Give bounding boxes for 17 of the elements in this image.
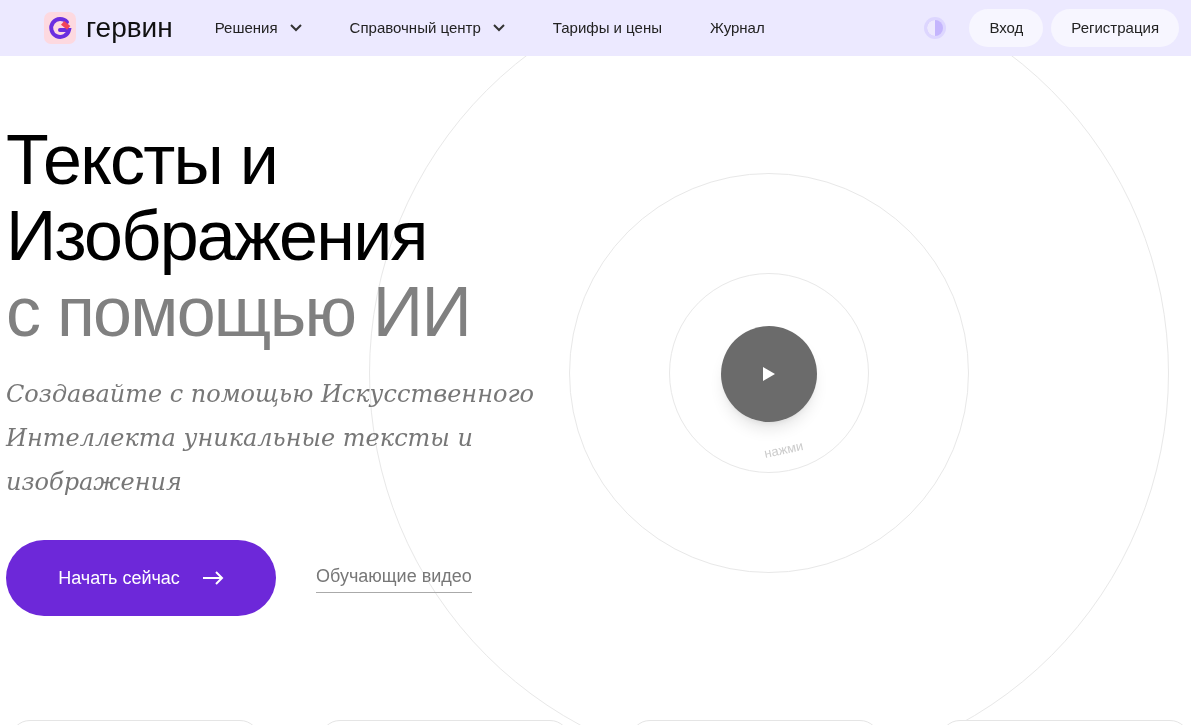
logo-text: гервин [86, 14, 173, 42]
nav-link[interactable]: Тарифы и цены [552, 16, 662, 40]
play-icon [762, 366, 776, 382]
tutorial-link[interactable]: Обучающие видео [316, 563, 472, 593]
start-button[interactable]: Начать сейчас [6, 540, 276, 616]
chevron-down-icon [289, 24, 302, 32]
hero-subtitle: Создавайте с помощью Искусственного Интеллекта уникальные тексты и изображения [6, 379, 535, 498]
nav-link[interactable]: Решения [214, 16, 302, 40]
hero-title-accent: с помощью ИИ [6, 274, 471, 350]
hero-title: Тексты и Изображения [6, 122, 428, 274]
logo-icon [44, 12, 76, 44]
header-button[interactable]: Вход [969, 9, 1044, 47]
nav-link[interactable]: Справочный центр [349, 16, 505, 40]
nav-link[interactable]: Журнал [709, 16, 765, 40]
arrow-right-icon [201, 571, 224, 585]
chevron-down-icon [492, 24, 505, 32]
header-button[interactable]: Регистрация [1051, 9, 1179, 47]
